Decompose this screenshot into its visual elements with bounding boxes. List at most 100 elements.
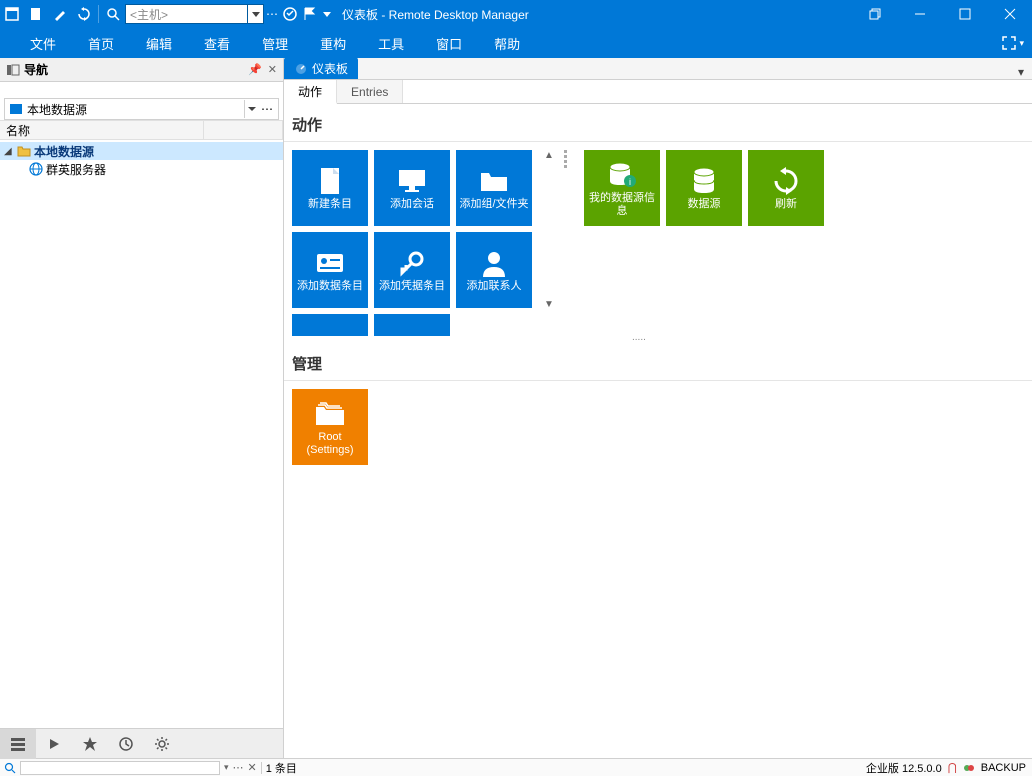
- main-area: 导航 📌 ✕ 本地数据源 ⋯ 名称 ◢ 本地数据源 群英服务器: [0, 58, 1032, 758]
- sb-status-icon: ⋂: [948, 761, 957, 774]
- qa-more-icon[interactable]: ⋯: [264, 0, 280, 28]
- tab-strip: 仪表板 ▾: [284, 58, 1032, 80]
- col-name[interactable]: 名称: [4, 121, 204, 139]
- sidebar-toolbar: [0, 728, 283, 758]
- scroll-up-icon[interactable]: ▲: [544, 150, 554, 161]
- tree-item[interactable]: 群英服务器: [0, 160, 283, 178]
- scroll-down-icon[interactable]: ▼: [544, 299, 554, 310]
- content: 仪表板 ▾ 动作 Entries 动作 新建条目 添加会话: [284, 58, 1032, 758]
- monitor-icon: [397, 164, 427, 198]
- drag-handle[interactable]: [564, 150, 568, 168]
- sb-search-icon[interactable]: [4, 762, 16, 774]
- datasource-label: 本地数据源: [27, 101, 87, 118]
- folder-tile-icon: [479, 164, 509, 198]
- tab-dashboard-label: 仪表板: [312, 60, 348, 77]
- menu-edit[interactable]: 编辑: [130, 28, 188, 58]
- tree-item-label: 群英服务器: [46, 161, 106, 178]
- nav-tree: ◢ 本地数据源 群英服务器: [0, 140, 283, 728]
- menu-manage[interactable]: 管理: [246, 28, 304, 58]
- maximize-button[interactable]: [942, 0, 987, 28]
- tree-root-label: 本地数据源: [34, 143, 94, 160]
- db-info-icon: i: [607, 158, 637, 192]
- sb-clear-icon[interactable]: ✕: [248, 761, 257, 774]
- card-icon: [315, 246, 345, 280]
- tile-partial-1[interactable]: [292, 314, 368, 336]
- menu-view[interactable]: 查看: [188, 28, 246, 58]
- sb-list-icon[interactable]: [0, 729, 36, 759]
- restore-down-icon[interactable]: [852, 0, 897, 28]
- nav-columns: 名称: [0, 120, 283, 140]
- key-icon: [398, 246, 426, 280]
- sb-search-input[interactable]: [20, 761, 220, 775]
- qa-target-icon[interactable]: [280, 0, 300, 28]
- sb-star-icon[interactable]: [72, 729, 108, 759]
- database-icon: [691, 164, 717, 198]
- qa-flag-icon[interactable]: [300, 0, 320, 28]
- window-title: 仪表板 - Remote Desktop Manager: [342, 6, 529, 23]
- dashboard-body: 动作 新建条目 添加会话 添加组/文件夹: [284, 104, 1032, 758]
- tile-add-contact[interactable]: 添加联系人: [456, 232, 532, 308]
- tab-menu[interactable]: ▾: [1010, 65, 1032, 79]
- tile-root-settings[interactable]: Root (Settings): [292, 389, 368, 465]
- sb-play-icon[interactable]: [36, 729, 72, 759]
- sb-plug-icon: [963, 762, 975, 774]
- tile-add-data-entry[interactable]: 添加数据条目: [292, 232, 368, 308]
- tree-root[interactable]: ◢ 本地数据源: [0, 142, 283, 160]
- globe-icon: [28, 162, 44, 176]
- qa-refresh-icon[interactable]: [72, 0, 96, 28]
- svg-text:i: i: [629, 177, 631, 187]
- sb-more[interactable]: ⋯: [233, 761, 244, 774]
- tile-add-cred-entry[interactable]: 添加凭据条目: [374, 232, 450, 308]
- close-button[interactable]: [987, 0, 1032, 28]
- section-manage-title: 管理: [284, 349, 1032, 381]
- tile-new-entry[interactable]: 新建条目: [292, 150, 368, 226]
- menu-help[interactable]: 帮助: [478, 28, 536, 58]
- nav-title: 导航: [24, 61, 48, 78]
- tile-data-source[interactable]: 数据源: [666, 150, 742, 226]
- tile-add-group[interactable]: 添加组/文件夹: [456, 150, 532, 226]
- tile-add-session[interactable]: 添加会话: [374, 150, 450, 226]
- datasource-selector[interactable]: 本地数据源 ⋯: [4, 98, 279, 120]
- qa-dropdown-icon[interactable]: [320, 0, 334, 28]
- pin-icon[interactable]: 📌: [248, 63, 262, 76]
- subtab-entries[interactable]: Entries: [337, 80, 403, 103]
- qa-search-icon[interactable]: [101, 0, 125, 28]
- qa-edit-icon[interactable]: [48, 0, 72, 28]
- host-combo[interactable]: <主机>: [125, 4, 248, 24]
- qa-window-icon[interactable]: [0, 0, 24, 28]
- nav-header: 导航 📌 ✕: [0, 58, 283, 82]
- sub-tabs: 动作 Entries: [284, 80, 1032, 104]
- sb-search-dd[interactable]: ▾: [224, 762, 229, 773]
- sb-backup: BACKUP: [981, 762, 1026, 774]
- menubar: 文件 首页 编辑 查看 管理 重构 工具 窗口 帮助 ▾: [0, 28, 1032, 58]
- menu-refactor[interactable]: 重构: [304, 28, 362, 58]
- minimize-button[interactable]: [897, 0, 942, 28]
- section-actions-title: 动作: [284, 110, 1032, 142]
- refresh-tile-icon: [772, 164, 800, 198]
- tile-partial-2[interactable]: [374, 314, 450, 336]
- menu-tools[interactable]: 工具: [362, 28, 420, 58]
- tile-refresh[interactable]: 刷新: [748, 150, 824, 226]
- sb-gear-icon[interactable]: [144, 729, 180, 759]
- sb-history-icon[interactable]: [108, 729, 144, 759]
- expand-icon[interactable]: ◢: [4, 146, 16, 157]
- sb-entries: 1 条目: [266, 760, 297, 776]
- qa-new-icon[interactable]: [24, 0, 48, 28]
- menu-home[interactable]: 首页: [72, 28, 130, 58]
- document-icon: [317, 164, 343, 198]
- tile-scroll[interactable]: ▲ ▼: [542, 150, 556, 310]
- tab-dashboard[interactable]: 仪表板: [284, 57, 358, 79]
- dashboard-icon: [294, 61, 308, 75]
- subtab-actions[interactable]: 动作: [284, 80, 337, 104]
- folder-icon: [16, 144, 32, 158]
- menu-window[interactable]: 窗口: [420, 28, 478, 58]
- fullscreen-icon[interactable]: [997, 29, 1021, 57]
- tile-my-ds-info[interactable]: i 我的数据源信息: [584, 150, 660, 226]
- host-dropdown[interactable]: [248, 4, 264, 24]
- root-folder-icon: [314, 397, 346, 431]
- datasource-dropdown[interactable]: [244, 100, 258, 118]
- close-panel-icon[interactable]: ✕: [268, 63, 277, 76]
- menu-file[interactable]: 文件: [14, 28, 72, 58]
- titlebar: <主机> ⋯ 仪表板 - Remote Desktop Manager: [0, 0, 1032, 28]
- datasource-more[interactable]: ⋯: [260, 102, 274, 116]
